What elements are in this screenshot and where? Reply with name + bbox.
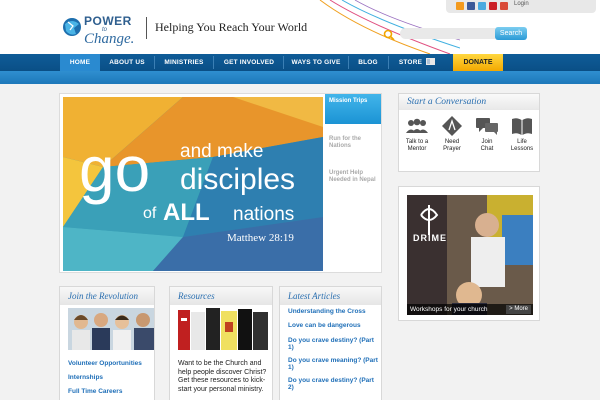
hero-disciples-text: disciples bbox=[180, 163, 295, 196]
facebook-icon[interactable] bbox=[467, 2, 475, 10]
video-more-link[interactable]: > More bbox=[506, 305, 531, 314]
logo-change-text: Change. bbox=[84, 31, 135, 47]
full-time-careers-link[interactable]: Full Time Careers bbox=[68, 388, 122, 395]
nav-bar: HOME ABOUT US MINISTRIES GET INVOLVED WA… bbox=[0, 54, 600, 71]
join-revolution-box: Join the Revolution Volunteer Opportunit… bbox=[59, 286, 155, 400]
internships-link[interactable]: Internships bbox=[68, 374, 103, 381]
donate-button[interactable]: DONATE bbox=[453, 54, 503, 71]
nav-divider bbox=[213, 56, 214, 69]
lessons-label-line1: Life bbox=[517, 139, 527, 145]
hero-nations-text: nations bbox=[233, 204, 294, 225]
power-to-change-logo[interactable]: POWER to Change. bbox=[62, 12, 142, 48]
shopping-bag-icon bbox=[426, 58, 436, 65]
nav-store[interactable]: STORE bbox=[392, 54, 442, 71]
nav-divider bbox=[154, 56, 155, 69]
start-conversation-title: Start a Conversation bbox=[399, 94, 539, 110]
nav-divider bbox=[348, 56, 349, 69]
search-button[interactable]: Search bbox=[495, 27, 527, 40]
login-link[interactable]: Login bbox=[514, 1, 529, 7]
hero-reference-text: Matthew 28:19 bbox=[227, 232, 294, 244]
search-input[interactable] bbox=[400, 28, 495, 39]
mentor-label-line1: Talk to a bbox=[405, 139, 429, 145]
nav-home[interactable]: HOME bbox=[60, 54, 100, 71]
video-caption: Workshops for your church > More bbox=[407, 304, 533, 315]
hero-go-text: go bbox=[79, 133, 150, 205]
hero-slider: go and make disciples of ALL nations Mat… bbox=[59, 93, 382, 273]
nav-store-label: STORE bbox=[398, 59, 423, 66]
prayer-label-line2: Prayer bbox=[443, 146, 461, 152]
book-icon bbox=[512, 118, 532, 135]
chat-icon bbox=[476, 118, 498, 135]
resources-books-image[interactable] bbox=[178, 308, 268, 350]
join-revolution-title: Join the Revolution bbox=[60, 287, 154, 305]
hero-banner-image[interactable]: go and make disciples of ALL nations Mat… bbox=[63, 97, 323, 271]
hero-and-make-text: and make bbox=[180, 141, 263, 162]
team-photo[interactable] bbox=[68, 308, 155, 350]
decorative-swoosh bbox=[319, 0, 460, 54]
nav-divider bbox=[388, 56, 389, 69]
latest-articles-box: Latest Articles Understanding the Cross … bbox=[279, 286, 382, 400]
join-chat-button[interactable]: Join Chat bbox=[471, 118, 503, 164]
hero-of-text: of bbox=[143, 205, 157, 222]
twitter-icon[interactable] bbox=[478, 2, 486, 10]
article-link[interactable]: Love can be dangerous bbox=[288, 322, 361, 329]
resources-description: Want to be the Church and help people di… bbox=[178, 360, 267, 393]
nav-ways-to-give[interactable]: WAYS TO GIVE bbox=[286, 54, 346, 71]
nav-ministries[interactable]: MINISTRIES bbox=[158, 54, 210, 71]
need-prayer-button[interactable]: Need Prayer bbox=[436, 116, 468, 164]
video-caption-text: Workshops for your church bbox=[410, 306, 488, 313]
talk-to-mentor-button[interactable]: Talk to a Mentor bbox=[401, 118, 433, 164]
globe-logo-icon bbox=[63, 18, 81, 36]
people-icon bbox=[406, 118, 428, 133]
workshops-video-panel: DRIME Workshops for your church > More bbox=[398, 186, 540, 321]
rss-icon[interactable] bbox=[456, 2, 464, 10]
hero-tab-urgent-help-nepal[interactable]: Urgent Help Needed in Nepal bbox=[325, 170, 381, 184]
article-link[interactable]: Understanding the Cross bbox=[288, 308, 366, 315]
chat-label-line1: Join bbox=[481, 139, 493, 145]
hero-tab-run-for-nations[interactable]: Run for the Nations bbox=[325, 136, 381, 150]
resources-title: Resources bbox=[170, 287, 272, 305]
google-plus-icon[interactable] bbox=[500, 2, 508, 10]
search-icon bbox=[383, 29, 395, 41]
article-link[interactable]: Do you crave destiny? (Part 2) bbox=[288, 377, 380, 391]
pinterest-icon[interactable] bbox=[489, 2, 497, 10]
nav-blog[interactable]: BLOG bbox=[352, 54, 384, 71]
site-header: POWER to Change. Helping You Reach Your … bbox=[0, 0, 600, 54]
latest-articles-title: Latest Articles bbox=[280, 287, 381, 305]
prayer-label-line1: Need bbox=[444, 139, 460, 145]
main-navigation: HOME ABOUT US MINISTRIES GET INVOLVED WA… bbox=[0, 54, 600, 84]
volunteer-opportunities-link[interactable]: Volunteer Opportunities bbox=[68, 360, 142, 367]
resources-box: Resources Want to be the Church and help… bbox=[169, 286, 273, 400]
life-lessons-button[interactable]: Life Lessons bbox=[506, 118, 538, 164]
hero-tab-mission-trips[interactable]: Mission Trips bbox=[325, 94, 381, 124]
hero-tab-list: Mission Trips Run for the Nations Urgent… bbox=[325, 94, 382, 274]
nav-divider bbox=[283, 56, 284, 69]
nav-lower-band bbox=[0, 71, 600, 84]
site-tagline: Helping You Reach Your World bbox=[155, 20, 308, 34]
article-link[interactable]: Do you crave destiny? (Part 1) bbox=[288, 337, 380, 351]
hero-all-text: ALL bbox=[163, 199, 210, 226]
mentor-label-line2: Mentor bbox=[407, 146, 427, 152]
workshops-video-thumbnail[interactable] bbox=[407, 195, 533, 315]
logo-separator bbox=[146, 17, 147, 39]
article-link[interactable]: Do you crave meaning? (Part 1) bbox=[288, 357, 380, 371]
start-conversation-panel: Start a Conversation Talk to a Mentor Nee… bbox=[398, 93, 540, 172]
utility-bar: Login bbox=[446, 0, 596, 13]
nav-get-involved[interactable]: GET INVOLVED bbox=[218, 54, 280, 71]
logo-power-text: POWER bbox=[84, 14, 132, 28]
prayer-icon bbox=[442, 116, 462, 136]
nav-about-us[interactable]: ABOUT US bbox=[104, 54, 150, 71]
chat-label-line2: Chat bbox=[480, 146, 494, 152]
drime-brand-text: DRIME bbox=[413, 233, 447, 243]
lessons-label-line2: Lessons bbox=[510, 146, 534, 152]
